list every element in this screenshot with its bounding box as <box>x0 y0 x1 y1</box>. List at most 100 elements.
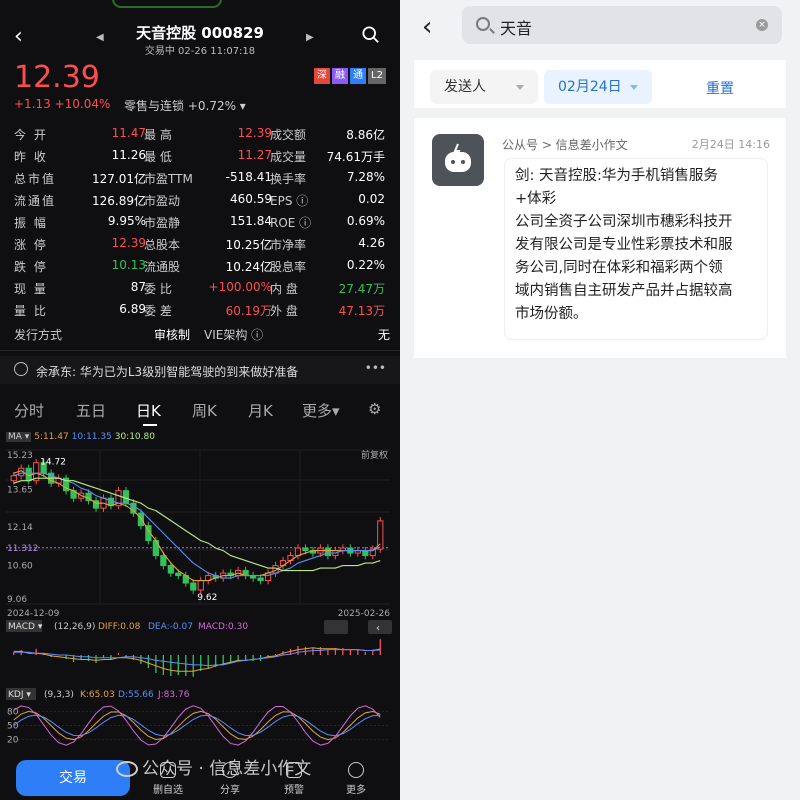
badge-l2: L2 <box>368 68 386 84</box>
candle <box>137 512 145 527</box>
tab-five-day[interactable]: 五日 <box>76 400 106 421</box>
kdj-label: KDJ ▾ <box>8 690 31 700</box>
vie-label[interactable]: VIE架构 ⓘ <box>204 326 263 343</box>
search-query: 天音 <box>500 19 533 38</box>
quote-label: 总股本 <box>144 238 181 252</box>
quote-value: 12.39 <box>111 236 146 250</box>
d-value: D:55.66 <box>118 690 154 700</box>
message-time: 2月24日 14:16 <box>691 138 770 151</box>
reset-button[interactable]: 重置 <box>706 78 734 98</box>
search-input[interactable]: 天音 × <box>462 6 782 44</box>
search-icon[interactable] <box>362 26 380 44</box>
quote-grid: 今 开 11.47 最 高 12.39 成交额 8.86亿昨 收 11.26 最 低 11.27… <box>14 124 390 322</box>
quote-value: 126.89亿 <box>92 194 146 208</box>
stock-header: ‹ ◀ 天音控股 000829 ▶ 交易中 02-26 11:07:18 <box>0 0 400 60</box>
quote-label: 现 量 <box>14 282 48 296</box>
active-tab-underline <box>143 424 157 426</box>
ma-selector[interactable]: MA ▾ <box>6 432 32 442</box>
quote-label: 流通值 <box>14 194 57 208</box>
y-axis-label: 11.312 <box>7 544 39 554</box>
macd-label: MACD ▾ <box>8 622 43 632</box>
quote-label: 股息率 <box>270 260 307 274</box>
stock-app-panel: ‹ ◀ 天音控股 000829 ▶ 交易中 02-26 11:07:18 12.… <box>0 0 400 800</box>
sector-change[interactable]: 零售与连锁 +0.72% ▾ <box>124 97 246 114</box>
quote-value: 87 <box>130 280 146 294</box>
current-price: 12.39 <box>14 60 100 95</box>
quote-label: 最 高 <box>144 128 172 142</box>
candle <box>324 547 332 557</box>
quote-value: 27.47万 <box>338 282 385 296</box>
candle <box>257 577 264 582</box>
adjust-label: 前复权 <box>361 449 388 461</box>
kline-charts[interactable]: 15.23 13.65 12.14 11.312 10.60 9.06 前复权 14.72 9.… <box>0 444 400 756</box>
more-dots-icon[interactable]: ••• <box>365 361 386 375</box>
issue-label: 发行方式 <box>14 328 63 342</box>
chat-icon <box>14 362 28 376</box>
news-ticker[interactable]: 余承东: 华为已为L3级别智能驾驶的到来做好准备 ••• <box>0 356 400 384</box>
collapse-icon <box>368 620 392 634</box>
vie-value: 无 <box>377 328 390 342</box>
quote-label: 内 盘 <box>270 282 298 296</box>
quote-label: 换手率 <box>270 172 307 186</box>
dea-value: DEA:-0.07 <box>148 622 193 632</box>
trade-button[interactable]: 交易 <box>16 760 130 796</box>
quote-value: 460.59 <box>230 192 272 206</box>
quote-label: 委 差 <box>144 304 172 318</box>
badge-shen: 深 <box>314 68 330 84</box>
date-start: 2024-12-09 <box>7 609 60 619</box>
quote-value: 47.13万 <box>338 304 385 318</box>
quote-row: 今 开 11.47 最 高 12.39 成交额 8.86亿 <box>14 124 390 146</box>
tab-more[interactable]: 更多▾ <box>302 400 340 421</box>
quote-value: 10.13 <box>111 258 146 272</box>
trade-status: 交易中 02-26 11:07:18 <box>144 46 256 57</box>
y-axis-label: 15.23 <box>7 451 33 461</box>
quote-label: 涨 停 <box>14 238 48 252</box>
kdj-params: (9,3,3) <box>44 690 74 700</box>
quote-value: 8.86亿 <box>346 128 385 142</box>
chevron-left-icon: ‹ <box>376 623 380 634</box>
tab-intraday[interactable]: 分时 <box>14 400 44 421</box>
quote-value: 10.25亿 <box>225 238 272 252</box>
quote-label: 昨 收 <box>14 150 48 164</box>
quote-label: EPS ⓘ <box>270 194 309 208</box>
k-line <box>13 710 381 741</box>
kline-tabs: 分时 五日 日K 周K 月K 更多▾ ⚙ <box>0 400 400 426</box>
quote-row: 流通值 126.89亿 市盈动 460.59 EPS ⓘ 0.02 <box>14 190 390 212</box>
sender-filter[interactable]: 发送人 <box>430 70 538 104</box>
search-icon <box>476 17 490 31</box>
quote-value: 7.28% <box>346 170 385 184</box>
message-bubble[interactable]: 剑: 天音控股:华为手机销售服务 +体彩 公司全资子公司深圳市穗彩科技开 发有限… <box>504 158 768 340</box>
diff-line <box>13 647 381 672</box>
quote-label: 振 幅 <box>14 216 48 230</box>
more-button[interactable]: 更多 <box>336 762 376 796</box>
diff-value: DIFF:0.08 <box>98 622 141 632</box>
message-source[interactable]: 公从号 > 信息差小作文 <box>502 136 628 153</box>
low-label: 9.62 <box>197 593 217 603</box>
quote-value: 11.26 <box>111 148 146 162</box>
tab-monthly-k[interactable]: 月K <box>248 400 273 421</box>
quote-row: 跌 停 10.13 流通股 10.24亿 股息率 0.22% <box>14 256 390 278</box>
news-text: 余承东: 华为已为L3级别智能驾驶的到来做好准备 <box>36 365 299 379</box>
tab-weekly-k[interactable]: 周K <box>192 400 217 421</box>
quote-label: 跌 停 <box>14 260 48 274</box>
quote-label: 市盈静 <box>144 216 181 230</box>
quote-label: 量 比 <box>14 304 48 318</box>
date-filter[interactable]: 02月24日 <box>544 70 652 104</box>
clear-icon[interactable]: × <box>756 19 768 31</box>
candle <box>190 582 197 591</box>
quote-label: 今 开 <box>14 128 48 142</box>
quote-value: 4.26 <box>358 236 385 250</box>
badge-rong: 融 <box>332 68 348 84</box>
message-result[interactable]: 公从号 > 信息差小作文 2月24日 14:16 剑: 天音控股:华为手机销售服… <box>414 118 786 358</box>
ma5-value: 5:11.47 <box>34 432 69 442</box>
settings-gear-icon[interactable]: ⚙ <box>368 400 381 418</box>
badge-tong: 通 <box>350 68 366 84</box>
badge-group: 深 融 通 L2 <box>314 68 386 84</box>
tab-daily-k[interactable]: 日K <box>136 400 161 421</box>
issue-mode: 审核制 <box>154 328 191 342</box>
date-end: 2025-02-26 <box>338 609 391 619</box>
back-icon[interactable]: ‹ <box>422 12 432 42</box>
quote-label: 外 盘 <box>270 304 298 318</box>
candle <box>167 565 174 574</box>
issue-row: 发行方式 审核制 VIE架构 ⓘ 无 <box>14 326 390 346</box>
